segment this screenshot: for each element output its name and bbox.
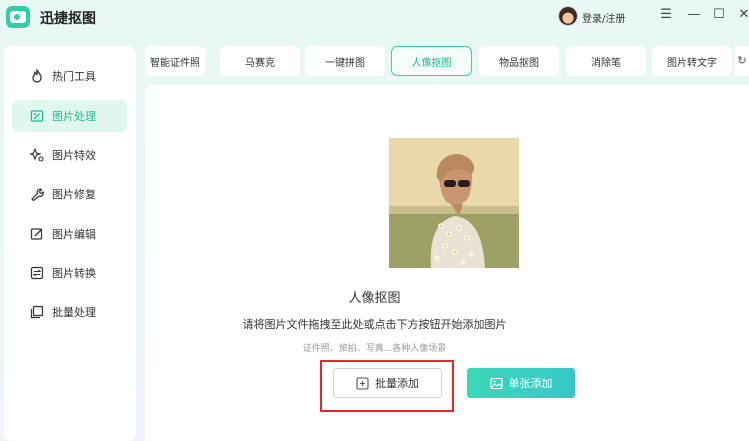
tab-eraser[interactable]: 消除笔 — [566, 46, 646, 76]
image-edit-icon — [30, 109, 44, 123]
user-avatar[interactable] — [558, 6, 578, 26]
tab-portrait-cutout[interactable]: 人像抠图 — [391, 46, 472, 76]
batch-add-label: 批量添加 — [375, 377, 419, 390]
tab-mosaic[interactable]: 马赛克 — [220, 46, 300, 76]
tab-scroll-icon[interactable]: ↻ — [735, 46, 749, 76]
add-file-icon — [356, 376, 369, 390]
scenario-hint: 证件照、旅拍、写真...各种人像场景 — [302, 344, 447, 354]
title-bar: 迅捷抠图 登录/注册 ☰ — ☐ ✕ — [0, 0, 749, 34]
app-logo-icon — [6, 6, 30, 28]
sidebar-item-image-convert[interactable]: 图片转换 — [12, 257, 127, 289]
sidebar-item-image-edit[interactable]: 图片编辑 — [12, 218, 127, 250]
single-add-label: 单张添加 — [508, 377, 553, 390]
minimize-icon[interactable]: — — [687, 8, 701, 22]
sidebar-item-label: 图片转换 — [52, 267, 96, 280]
maximize-icon[interactable]: ☐ — [712, 8, 726, 22]
sidebar-item-label: 热门工具 — [52, 70, 96, 83]
edit-icon — [30, 227, 44, 241]
wrench-icon — [30, 187, 44, 201]
sidebar-item-label: 图片特效 — [52, 149, 96, 162]
sidebar: 热门工具 图片处理 图片特效 图片修复 图片编辑 图片转换 批量处理 — [4, 46, 136, 441]
sidebar-item-label: 图片处理 — [52, 110, 96, 123]
tool-tab-bar: 智能证件照 马赛克 一键拼图 人像抠图 物品抠图 消除笔 图片转文字 — [145, 44, 749, 78]
tab-image-to-text[interactable]: 图片转文字 — [652, 46, 732, 76]
portrait-sample-image — [389, 138, 519, 268]
convert-icon — [30, 266, 44, 280]
sidebar-item-label: 图片修复 — [52, 188, 96, 201]
login-register-link[interactable]: 登录/注册 — [582, 10, 625, 25]
tab-one-click-collage[interactable]: 一键拼图 — [305, 46, 385, 76]
sparkle-icon — [30, 148, 44, 162]
image-icon — [489, 377, 503, 390]
close-icon[interactable]: ✕ — [737, 8, 749, 22]
drop-instruction: 请将图片文件拖拽至此处或点击下方按钮开始添加图片 — [242, 318, 507, 331]
sidebar-item-image-effects[interactable]: 图片特效 — [12, 139, 127, 171]
sidebar-item-image-repair[interactable]: 图片修复 — [12, 178, 127, 210]
app-title: 迅捷抠图 — [40, 11, 96, 27]
sidebar-item-image-processing[interactable]: 图片处理 — [12, 100, 127, 132]
page-title: 人像抠图 — [348, 291, 401, 306]
batch-add-button[interactable]: 批量添加 — [333, 368, 442, 398]
single-add-button[interactable]: 单张添加 — [467, 368, 575, 398]
tab-object-cutout[interactable]: 物品抠图 — [479, 46, 559, 76]
fire-icon — [30, 69, 44, 83]
menu-icon[interactable]: ☰ — [659, 8, 673, 22]
sidebar-item-label: 图片编辑 — [52, 228, 96, 241]
sidebar-item-hot-tools[interactable]: 热门工具 — [12, 60, 127, 92]
tab-smart-id-photo[interactable]: 智能证件照 — [145, 46, 205, 76]
